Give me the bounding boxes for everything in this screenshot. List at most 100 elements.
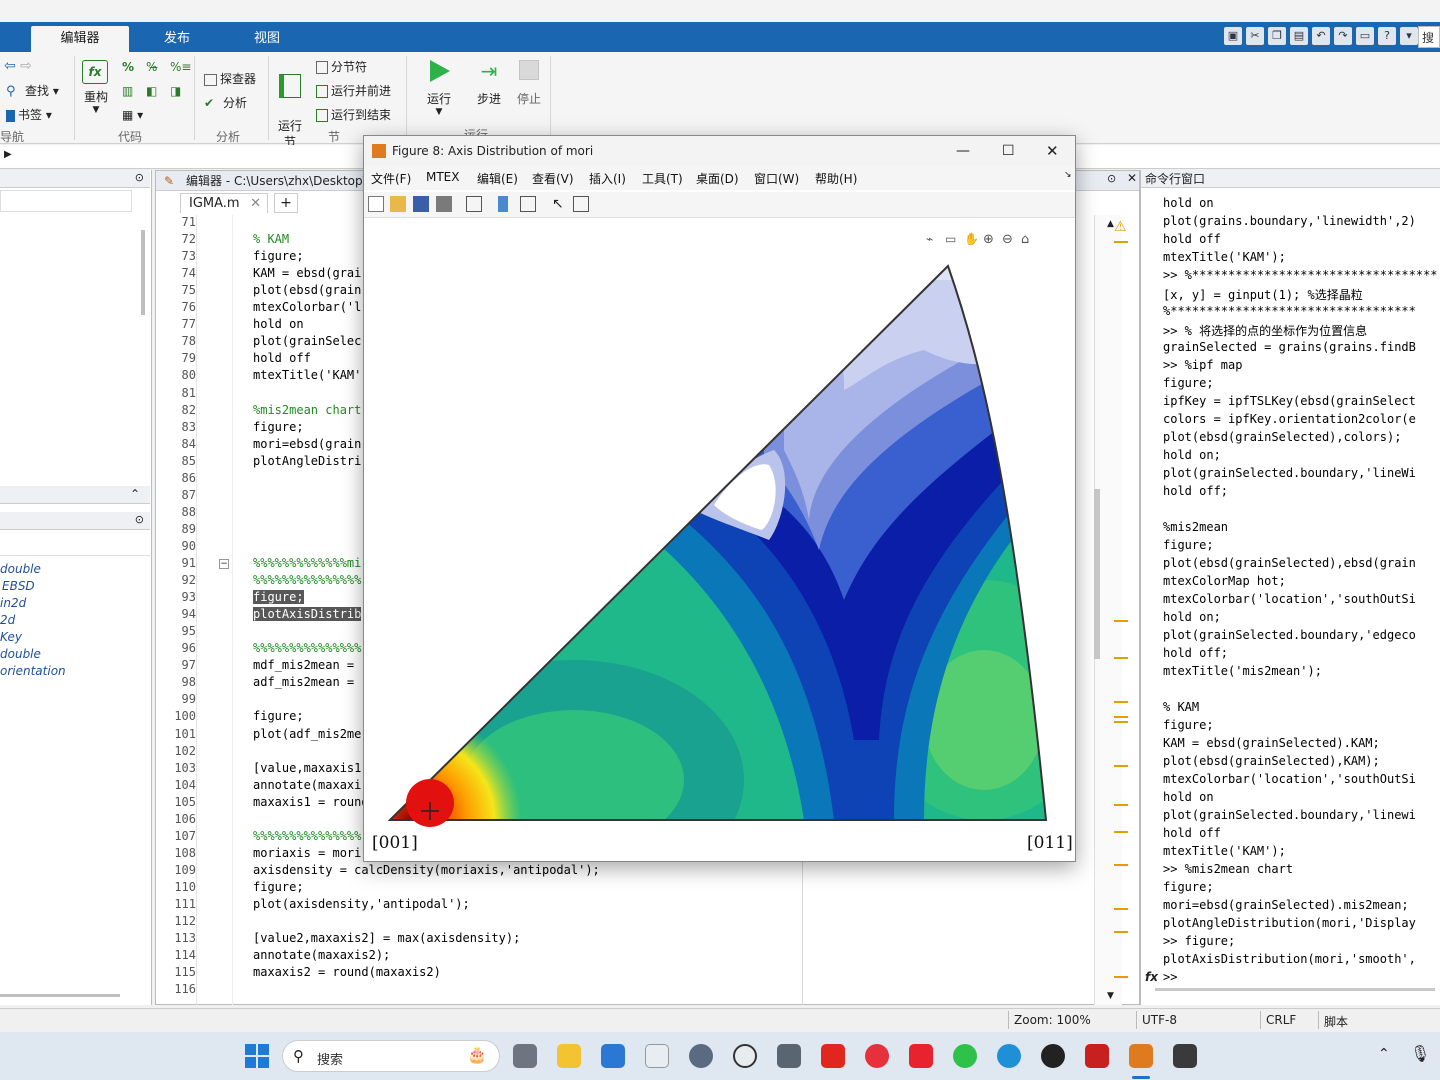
workspace-item[interactable]: Key [0,630,22,644]
warning-marker[interactable] [1114,657,1128,659]
scroll-up-icon[interactable]: ▲ [1107,219,1114,229]
pointer-icon[interactable]: ↖ [552,196,568,212]
warning-marker[interactable] [1114,765,1128,767]
code-line[interactable]: mtexColorbar('l [253,300,361,314]
tab-editor[interactable]: 编辑器 [31,26,129,52]
save-icon[interactable] [413,196,429,212]
warning-marker[interactable] [1114,908,1128,910]
help-icon[interactable]: ? [1378,27,1396,45]
code-line[interactable]: mtexTitle('KAM' [253,368,361,382]
zoom-in-icon[interactable]: ⊕ [983,232,999,248]
code-line[interactable]: figure; [253,880,304,894]
code-line[interactable]: %%%%%%%%%%%%%mi [253,556,361,570]
warning-marker[interactable] [1114,976,1128,978]
run-advance-button[interactable]: 运行并前进 [316,82,391,99]
scrollbar[interactable] [1155,988,1435,991]
find-button[interactable]: ⚲ 查找 ▾ [6,82,59,100]
profiler-button[interactable]: 探查器 [204,70,256,87]
zoom-out-icon[interactable]: ⊖ [1002,232,1018,248]
recorder-icon[interactable] [1173,1044,1197,1068]
code-line[interactable]: maxaxis1 = round [253,795,369,809]
new-figure-icon[interactable] [368,196,384,212]
code-line[interactable]: %mis2mean chart [253,403,361,417]
wechat-icon[interactable] [953,1044,977,1068]
code-line[interactable]: hold off [253,351,311,365]
code-line[interactable]: plot(adf_mis2me [253,727,361,741]
code-line[interactable]: %%%%%%%%%%%%%%% [253,573,361,587]
panel-menu-icon[interactable]: ⊙ [135,171,144,184]
collapse-bar[interactable]: ⌃ [0,486,150,504]
code-line[interactable]: %%%%%%%%%%%%%%% [253,641,361,655]
chevron-up-icon[interactable]: ⌃ [130,487,140,501]
data-tips-icon[interactable]: ▭ [945,232,961,248]
workspace-item[interactable]: in2d [0,596,26,610]
menu-insert[interactable]: 插入(I) [589,170,626,187]
chevron-up-icon[interactable]: ⌃ [1378,1046,1390,1062]
menu-mtex[interactable]: MTEX [426,170,460,184]
minimize-button[interactable]: — [956,136,970,166]
code-line[interactable]: KAM = ebsd(grai [253,266,361,280]
copy-icon[interactable]: ❐ [1268,27,1286,45]
task-view-icon[interactable] [513,1044,537,1068]
code-line[interactable]: % KAM [253,232,289,246]
code-line[interactable]: plot(grainSelec [253,334,361,348]
scrollbar-thumb[interactable] [1094,489,1100,659]
redo-icon[interactable]: ↷ [1334,27,1352,45]
code-line[interactable]: maxaxis2 = round(maxaxis2) [253,965,441,979]
maximize-button[interactable]: ☐ [1002,136,1015,166]
decrease-indent-icon[interactable]: ◧ [146,84,157,98]
netease-music-icon[interactable] [865,1044,889,1068]
taskbar-search[interactable]: ⚲ 搜索 🎂 [282,1040,500,1072]
menu-edit[interactable]: 编辑(E) [477,170,518,187]
code-line[interactable]: [value2,maxaxis2] = max(axisdensity); [253,931,520,945]
undo-icon[interactable]: ↶ [1312,27,1330,45]
dropdown-icon[interactable]: ▾ [1400,27,1418,45]
workspace-item[interactable]: orientation [0,664,66,678]
expand-arrow-icon[interactable]: ▶ [4,149,12,160]
matlab-icon[interactable] [1129,1044,1153,1068]
code-line[interactable]: figure; [253,249,304,263]
new-tab-button[interactable]: + [274,193,298,213]
wrap-comment-icon[interactable]: %≡ [170,60,191,74]
close-icon[interactable]: ✕ [1127,171,1137,185]
refactor-button[interactable]: fx 重构 ▼ [82,60,110,115]
pan-icon[interactable]: ✋ [964,232,980,248]
colorbar-icon[interactable] [498,196,508,212]
warning-marker[interactable] [1114,620,1128,622]
unity-icon[interactable] [733,1044,757,1068]
code-line[interactable]: mdf_mis2mean = [253,658,354,672]
scrollbar[interactable] [141,230,145,315]
photos-icon[interactable] [645,1044,669,1068]
code-line[interactable]: hold on [253,317,304,331]
panel-menu-icon[interactable]: ⊙ [135,513,144,526]
warning-marker[interactable] [1114,241,1128,243]
microphone-icon[interactable]: 🎙 [1410,1044,1430,1063]
code-line[interactable]: [value,maxaxis1 [253,761,361,775]
cut-icon[interactable]: ✂ [1246,27,1264,45]
workspace-item[interactable]: EBSD [2,579,35,593]
property-editor-icon[interactable] [573,196,589,212]
warning-marker[interactable] [1114,721,1128,723]
workspace-item[interactable]: 2d [0,613,15,627]
menu-tools[interactable]: 工具(T) [642,170,683,187]
file-explorer-icon[interactable] [557,1044,581,1068]
smart-indent-icon[interactable]: ▥ [122,84,133,98]
warning-marker[interactable] [1114,831,1128,833]
brush-icon[interactable]: ⌁ [926,232,942,248]
menu-desktop[interactable]: 桌面(D) [696,170,739,187]
warning-marker[interactable] [1114,864,1128,866]
increase-indent-icon[interactable]: ◨ [170,84,181,98]
search-input[interactable]: 搜索 [1418,26,1440,67]
warning-marker[interactable] [1114,931,1128,933]
analyze-button[interactable]: ✔ 分析 [204,94,247,112]
uncomment-icon[interactable]: %̶ [146,60,157,74]
open-icon[interactable] [390,196,406,212]
close-tab-icon[interactable]: ✕ [250,194,261,214]
axes-area[interactable]: [001] [011] ⌁ ▭ ✋ ⊕ ⊖ ⌂ [364,220,1075,861]
scrollbar[interactable] [0,994,120,997]
code-line[interactable]: annotate(maxaxi [253,778,361,792]
code-line[interactable]: %%%%%%%%%%%%%%% [253,829,361,843]
workspace-item[interactable]: double [0,562,41,576]
close-button[interactable]: ✕ [1046,136,1059,166]
folder-filter-input[interactable] [0,190,132,212]
